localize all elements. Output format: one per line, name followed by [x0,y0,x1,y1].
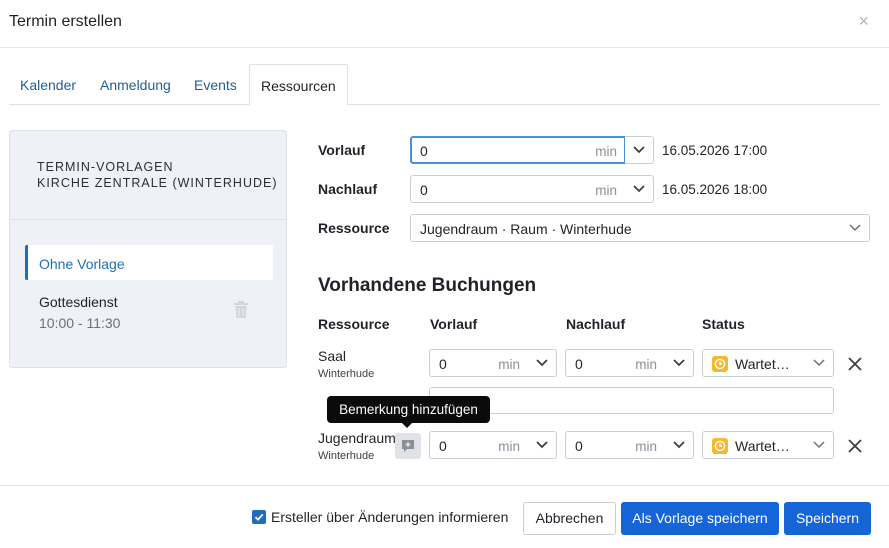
booking-status-value: Wartet… [735,438,790,454]
booking-nachlauf-unit: min [635,357,657,372]
nachlauf-label: Nachlauf [318,181,378,197]
booking-vorlauf-input[interactable]: 0 min [429,349,529,377]
chevron-down-icon [673,359,685,367]
booking-nachlauf-dropdown[interactable] [665,431,694,459]
add-comment-button[interactable] [395,433,421,459]
column-nachlauf: Nachlauf [566,316,626,332]
chevron-down-icon [536,359,548,367]
clock-icon [712,438,728,454]
booking-status-value: Wartet… [735,356,790,372]
chevron-down-icon [633,185,645,193]
booking-resource-location: Winterhude [318,368,375,380]
template-heading-line2: KIRCHE ZENTRALE (WINTERHUDE) [37,176,278,190]
tooltip-arrow [402,423,412,428]
booking-nachlauf-input[interactable]: 0 min [565,349,666,377]
chevron-down-icon [536,441,548,449]
x-icon[interactable] [847,438,863,454]
vorlauf-value: 0 [420,143,428,159]
nachlauf-input[interactable]: 0 min [410,175,626,203]
ressource-label: Ressource [318,220,390,236]
clock-icon [712,356,728,372]
comment-add-icon [402,440,414,452]
booking-nachlauf-value: 0 [575,356,583,372]
ressource-value: Jugendraum · Raum · Winterhude [420,221,632,237]
booking-status-select[interactable]: Wartet… [702,349,834,377]
booking-resource-name: Jugendraum [318,430,396,446]
template-panel-heading: TERMIN-VORLAGEN KIRCHE ZENTRALE (WINTERH… [37,159,278,191]
booking-vorlauf-dropdown[interactable] [528,431,557,459]
notify-label[interactable]: Ersteller über Änderungen informieren [271,509,508,525]
booking-vorlauf-unit: min [498,439,520,454]
notify-checkbox[interactable] [252,510,266,524]
booking-resource-name: Saal [318,348,347,364]
vorlauf-label: Vorlauf [318,142,366,158]
vorlauf-datetime: 16.05.2026 17:00 [662,143,768,158]
vorlauf-dropdown-button[interactable] [625,136,654,164]
chevron-down-icon [633,146,645,154]
cancel-button[interactable]: Abbrechen [523,502,616,535]
booking-nachlauf-dropdown[interactable] [665,349,694,377]
check-icon [254,513,264,521]
template-item-label: Ohne Vorlage [39,256,125,272]
column-status: Status [702,316,745,332]
template-item-time: 10:00 - 11:30 [39,315,121,331]
bookings-title: Vorhandene Buchungen [318,275,537,296]
nachlauf-value: 0 [420,182,428,198]
booking-nachlauf-unit: min [635,439,657,454]
x-icon[interactable] [847,356,863,372]
booking-vorlauf-value: 0 [439,438,447,454]
tooltip: Bemerkung hinzufügen [327,396,490,423]
ressource-select[interactable]: Jugendraum · Raum · Winterhude [410,214,870,242]
template-item-gottesdienst[interactable]: Gottesdienst 10:00 - 11:30 [39,294,120,331]
tab-anmeldung[interactable]: Anmeldung [89,64,182,105]
template-heading-line1: TERMIN-VORLAGEN [37,160,174,174]
nachlauf-dropdown-button[interactable] [625,175,654,203]
chevron-down-icon [813,359,825,367]
booking-nachlauf-input[interactable]: 0 min [565,431,666,459]
tab-kalender[interactable]: Kalender [9,64,87,105]
booking-vorlauf-value: 0 [439,356,447,372]
close-icon[interactable]: × [858,12,869,30]
save-button[interactable]: Speichern [784,502,871,535]
vorlauf-unit: min [595,144,617,159]
save-as-template-button[interactable]: Als Vorlage speichern [621,502,779,535]
tab-ressourcen[interactable]: Ressourcen [249,64,348,106]
booking-vorlauf-unit: min [498,357,520,372]
chevron-down-icon [813,441,825,449]
booking-vorlauf-input[interactable]: 0 min [429,431,529,459]
nachlauf-unit: min [595,183,617,198]
trash-icon[interactable] [233,301,249,319]
template-item-ohne-vorlage[interactable]: Ohne Vorlage [25,245,273,280]
column-ressource: Ressource [318,316,390,332]
nachlauf-datetime: 16.05.2026 18:00 [662,182,768,197]
vorlauf-input[interactable]: 0 min [410,136,626,164]
chevron-down-icon [673,441,685,449]
column-vorlauf: Vorlauf [430,316,478,332]
dialog-header: Termin erstellen × [0,0,889,48]
template-panel: TERMIN-VORLAGEN KIRCHE ZENTRALE (WINTERH… [9,130,287,368]
booking-vorlauf-dropdown[interactable] [528,349,557,377]
booking-nachlauf-value: 0 [575,438,583,454]
booking-resource-location: Winterhude [318,450,375,462]
divider [10,219,286,220]
chevron-down-icon [849,224,861,232]
dialog-title: Termin erstellen [9,13,122,30]
tab-bar: Kalender Anmeldung Events Ressourcen [9,64,880,106]
booking-status-select[interactable]: Wartet… [702,431,834,459]
template-item-label: Gottesdienst [39,294,118,310]
tab-events[interactable]: Events [183,64,248,105]
